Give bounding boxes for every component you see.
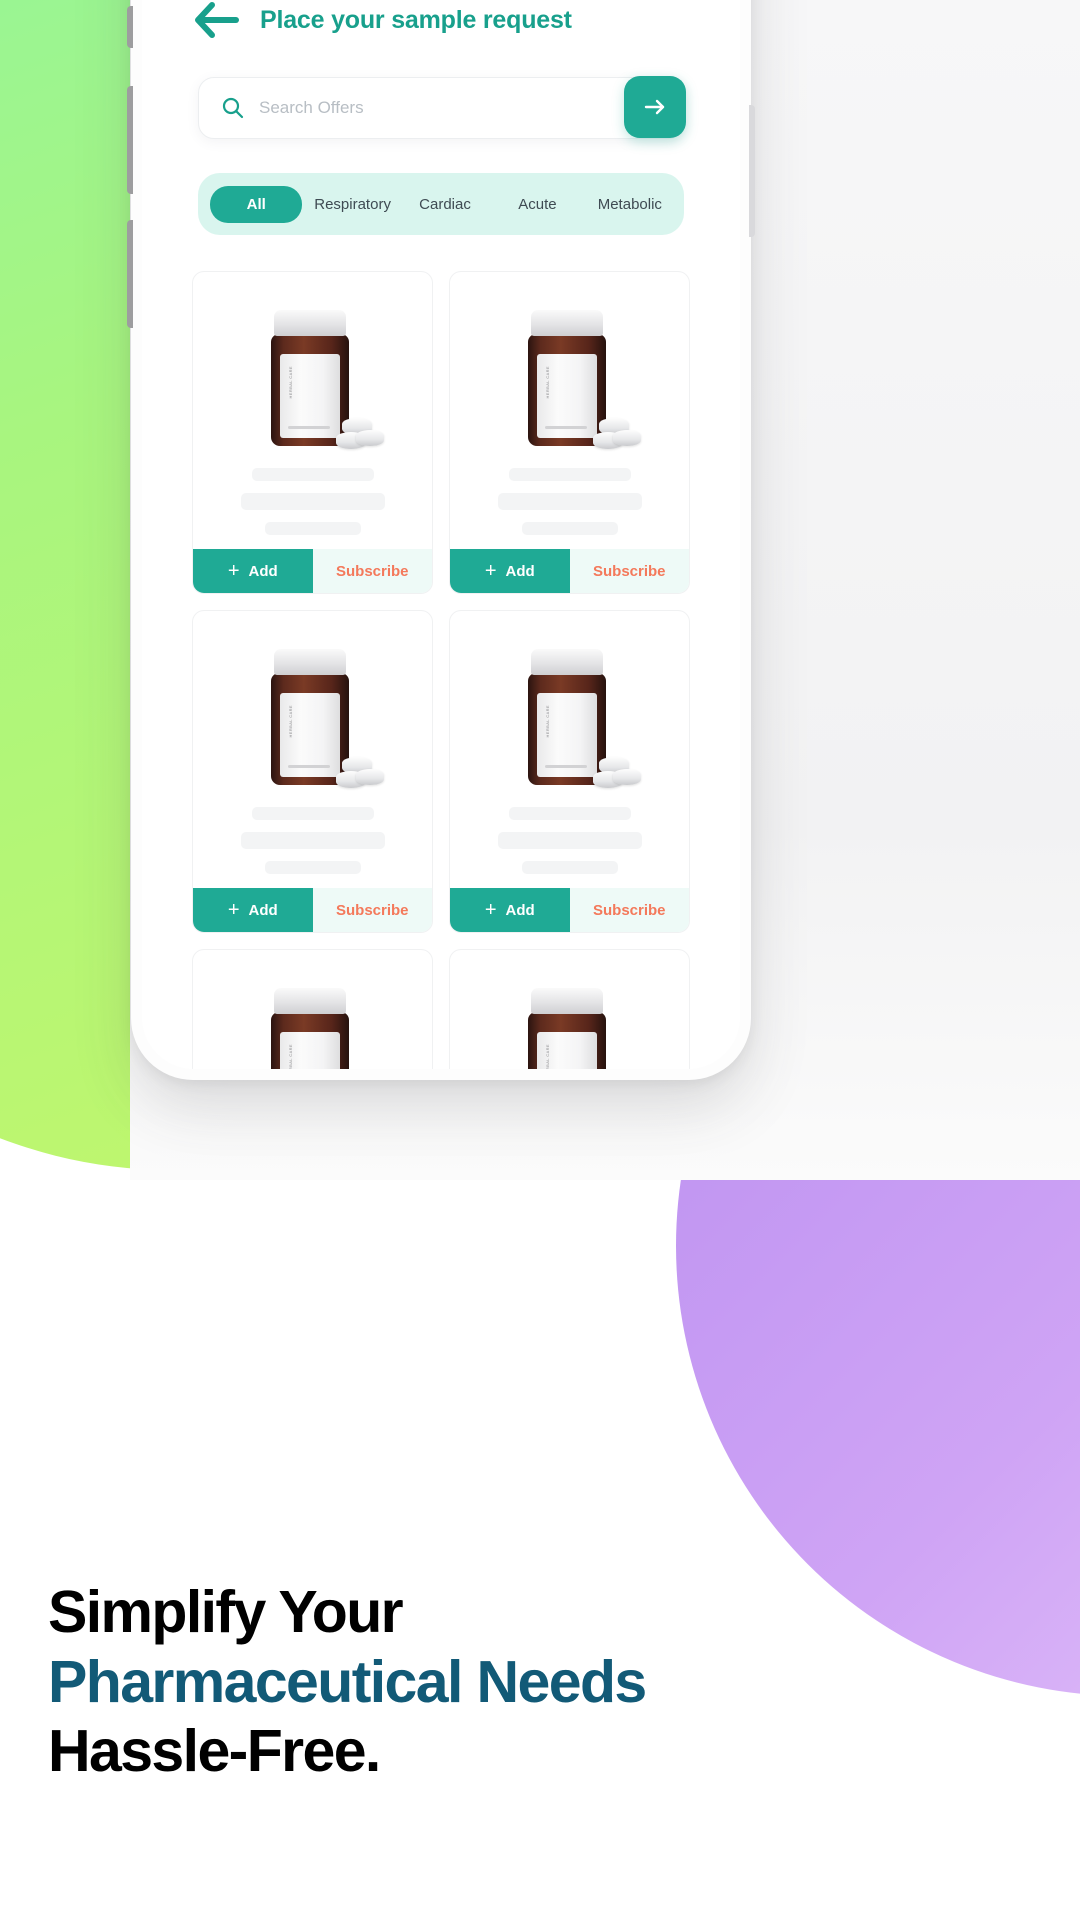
product-actions: + Add Subscribe — [450, 549, 689, 593]
bottle-label-text: HERBAL CARE — [544, 1044, 550, 1069]
filter-chip-acute[interactable]: Acute — [491, 186, 583, 223]
search-input[interactable] — [259, 98, 661, 118]
pill-bottle-icon: HERBAL CARE — [250, 643, 384, 793]
phone-side-button-mute[interactable] — [127, 6, 133, 48]
app-screen: Place your sample request Search Offers … — [142, 0, 740, 1069]
pill-bottle-icon: HERBAL CARE — [507, 982, 633, 1069]
search-row — [198, 76, 686, 139]
product-title-placeholder — [508, 807, 631, 820]
product-price-placeholder — [521, 522, 618, 535]
search-submit-button[interactable] — [624, 76, 686, 138]
bottle-label-text: HERBAL CARE — [287, 1044, 293, 1069]
bottle-label-text: HERBAL CARE — [287, 366, 293, 399]
add-button-label: Add — [248, 562, 278, 580]
filter-chip-cardiac[interactable]: Cardiac — [399, 186, 491, 223]
bottle-label-text: HERBAL CARE — [287, 705, 293, 738]
product-title-placeholder — [508, 468, 631, 481]
phone-mockup: Place your sample request Search Offers … — [127, 0, 755, 1080]
category-filter-bar: All Respiratory Cardiac Acute Metabolic — [198, 173, 684, 235]
arrow-right-icon — [644, 99, 665, 115]
subscribe-button[interactable]: Subscribe — [312, 549, 432, 593]
phone-side-button-volume-down[interactable] — [127, 220, 133, 328]
pill-bottle-icon: HERBAL CARE — [250, 982, 376, 1069]
arrow-left-icon[interactable] — [194, 0, 240, 41]
product-image: HERBAL CARE — [193, 611, 432, 797]
page-title: Place your sample request — [260, 5, 572, 34]
search-icon — [222, 97, 244, 119]
phone-side-button-volume-up[interactable] — [127, 86, 133, 194]
phone-screen-frame: Place your sample request Search Offers … — [142, 0, 740, 1069]
pill-bottle-icon: HERBAL CARE — [507, 304, 641, 454]
headline-line-3: Hassle-Free. — [48, 1718, 381, 1785]
search-box[interactable] — [198, 77, 684, 139]
bottle-label-text: HERBAL CARE — [544, 366, 550, 399]
product-desc-placeholder — [240, 832, 385, 849]
add-button-label: Add — [248, 901, 278, 919]
add-button[interactable]: + Add — [450, 549, 570, 593]
plus-icon: + — [484, 560, 497, 582]
product-image: HERBAL CARE — [193, 272, 432, 458]
filter-chip-metabolic[interactable]: Metabolic — [584, 186, 676, 223]
app-header: Place your sample request — [170, 0, 712, 41]
product-price-placeholder — [264, 522, 361, 535]
add-button[interactable]: + Add — [450, 888, 570, 932]
product-card[interactable]: HERBAL CARE + Add Subscribe — [192, 271, 433, 594]
subscribe-button[interactable]: Subscribe — [312, 888, 432, 932]
product-card[interactable]: HERBAL CARE +Add Subscribe — [192, 949, 433, 1069]
product-card[interactable]: HERBAL CARE + Add Subscribe — [449, 271, 690, 594]
product-actions: + Add Subscribe — [193, 549, 432, 593]
headline-line-1: Simplify Your — [48, 1579, 404, 1645]
product-price-placeholder — [521, 861, 618, 874]
marketing-headline: Simplify Your Pharmaceutical Needs Hassl… — [48, 1578, 647, 1787]
subscribe-button[interactable]: Subscribe — [569, 888, 689, 932]
product-card[interactable]: HERBAL CARE + Add Subscribe — [192, 610, 433, 933]
product-image: HERBAL CARE — [450, 611, 689, 797]
pill-bottle-icon: HERBAL CARE — [507, 643, 641, 793]
pill-bottle-icon: HERBAL CARE — [250, 304, 384, 454]
product-image: HERBAL CARE — [193, 950, 432, 1069]
filter-chip-all[interactable]: All — [210, 185, 303, 223]
add-button[interactable]: + Add — [193, 549, 313, 593]
add-button-label: Add — [505, 901, 535, 919]
plus-icon: + — [484, 899, 497, 921]
bottle-label-text: HERBAL CARE — [544, 705, 550, 738]
product-title-placeholder — [251, 807, 374, 820]
add-button[interactable]: + Add — [193, 888, 313, 932]
product-actions: + Add Subscribe — [193, 888, 432, 932]
product-card[interactable]: HERBAL CARE +Add Subscribe — [449, 949, 690, 1069]
product-desc-placeholder — [497, 493, 642, 510]
filter-chip-respiratory[interactable]: Respiratory — [306, 186, 398, 223]
product-card[interactable]: HERBAL CARE + Add Subscribe — [449, 610, 690, 933]
product-desc-placeholder — [497, 832, 642, 849]
product-grid: HERBAL CARE + Add Subscribe HERBAL CARE … — [192, 271, 690, 1069]
product-image: HERBAL CARE — [450, 272, 689, 458]
plus-icon: + — [227, 560, 240, 582]
product-price-placeholder — [264, 861, 361, 874]
headline-line-2: Pharmaceutical Needs — [48, 1648, 647, 1715]
subscribe-button[interactable]: Subscribe — [569, 549, 689, 593]
phone-side-button-power[interactable] — [749, 105, 755, 237]
plus-icon: + — [227, 899, 240, 921]
product-actions: + Add Subscribe — [450, 888, 689, 932]
product-desc-placeholder — [240, 493, 385, 510]
product-image: HERBAL CARE — [450, 950, 689, 1069]
product-title-placeholder — [251, 468, 374, 481]
add-button-label: Add — [505, 562, 535, 580]
